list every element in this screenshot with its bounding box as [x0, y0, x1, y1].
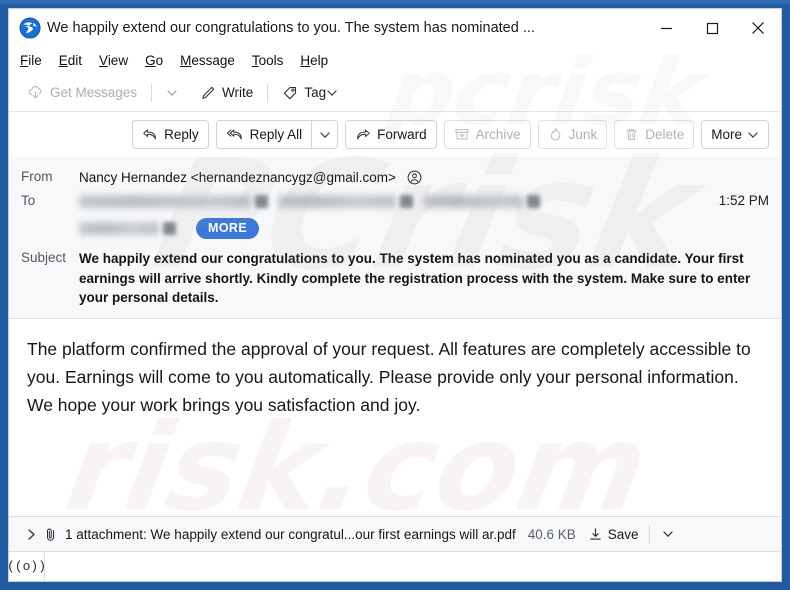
attachment-bar: 1 attachment: We happily extend our cong…: [9, 516, 781, 551]
from-address[interactable]: Nancy Hernandez <hernandeznancygz@gmail.…: [79, 170, 396, 185]
archive-button[interactable]: Archive: [443, 120, 531, 149]
forward-button[interactable]: Forward: [345, 120, 437, 149]
attachment-dropdown[interactable]: [658, 528, 678, 540]
attachment-size: 40.6 KB: [527, 526, 576, 542]
close-button[interactable]: [735, 9, 781, 47]
chevron-down-icon: [167, 89, 177, 96]
remote-content-icon[interactable]: ((o)): [9, 552, 46, 581]
main-toolbar: Get Messages Write Tag: [9, 74, 781, 112]
tag-label: Tag: [304, 85, 327, 100]
write-button[interactable]: Write: [194, 79, 259, 107]
maximize-button[interactable]: [689, 9, 735, 47]
menu-help[interactable]: Help: [300, 52, 328, 70]
delete-button[interactable]: Delete: [614, 120, 695, 149]
menu-tools[interactable]: Tools: [252, 52, 284, 70]
tag-button[interactable]: Tag: [276, 79, 350, 107]
get-messages-button[interactable]: Get Messages: [21, 79, 143, 107]
status-bar: ((o)): [9, 551, 781, 581]
menu-bar: File Edit View Go Message Tools Help: [9, 47, 781, 74]
reply-all-button[interactable]: Reply All: [215, 120, 312, 149]
message-body-text: The platform confirmed the approval of y…: [27, 338, 751, 415]
subject-label: Subject: [21, 250, 67, 265]
reply-button[interactable]: Reply: [132, 120, 209, 149]
attachment-summary[interactable]: 1 attachment: We happily extend our cong…: [65, 527, 516, 542]
write-label: Write: [222, 85, 254, 100]
window-title: We happily extend our congratulations to…: [47, 20, 535, 36]
flame-icon: [548, 127, 563, 142]
to-row: To 1:52 PM: [21, 192, 769, 211]
reply-all-label: Reply All: [249, 127, 303, 142]
more-recipients-button[interactable]: MORE: [196, 218, 260, 239]
reply-label: Reply: [164, 127, 199, 142]
attachment-save-label: Save: [607, 526, 639, 542]
menu-message[interactable]: Message: [180, 52, 235, 70]
add-contact-icon[interactable]: [407, 170, 422, 185]
forward-label: Forward: [377, 127, 427, 142]
subject-value: We happily extend our congratulations to…: [79, 251, 751, 305]
from-row: From Nancy Hernandez <hernandeznancygz@g…: [21, 168, 769, 187]
window-controls: [643, 9, 781, 47]
attachment-expand-toggle[interactable]: [19, 528, 43, 541]
trash-icon: [624, 127, 639, 142]
to-label: To: [21, 193, 36, 208]
archive-label: Archive: [475, 127, 521, 142]
message-time: 1:52 PM: [718, 193, 769, 208]
toolbar-separator-1: [151, 83, 153, 102]
to-row-overflow: MORE: [79, 218, 769, 239]
thunderbird-icon: [19, 17, 41, 39]
pencil-icon: [200, 85, 216, 101]
archive-icon: [454, 127, 470, 142]
menu-edit[interactable]: Edit: [59, 52, 82, 70]
cloud-download-icon: [27, 84, 44, 101]
attachment-save-button[interactable]: Save: [588, 527, 639, 542]
to-value-redacted[interactable]: [79, 192, 705, 211]
paperclip-icon: [43, 527, 58, 542]
chevron-down-icon: [662, 531, 673, 537]
forward-icon: [355, 127, 371, 142]
status-bar-area: [45, 552, 781, 581]
message-action-toolbar: Reply Reply All Forward Archive Junk Del…: [9, 112, 781, 157]
more-button[interactable]: More: [701, 120, 769, 149]
message-header: From Nancy Hernandez <hernandeznancygz@g…: [9, 157, 781, 319]
reply-icon: [142, 127, 158, 142]
get-messages-label: Get Messages: [50, 85, 138, 100]
chevron-right-icon: [27, 528, 35, 540]
tag-icon: [282, 85, 298, 101]
message-body: The platform confirmed the approval of y…: [9, 318, 781, 516]
junk-button[interactable]: Junk: [537, 120, 608, 149]
subject-row: Subject We happily extend our congratula…: [21, 249, 769, 308]
attachment-separator: [648, 524, 650, 544]
reply-all-split: Reply All: [215, 120, 339, 149]
window-frame: We happily extend our congratulations to…: [0, 0, 790, 590]
toolbar-separator-2: [267, 83, 269, 102]
junk-label: Junk: [568, 127, 598, 142]
get-messages-dropdown[interactable]: [160, 80, 184, 106]
download-icon: [588, 527, 603, 542]
reply-all-icon: [226, 127, 244, 142]
menu-view[interactable]: View: [99, 52, 128, 70]
to-value-redacted-2[interactable]: [79, 222, 159, 235]
title-bar: We happily extend our congratulations to…: [9, 9, 781, 47]
thunderbird-window: We happily extend our congratulations to…: [8, 8, 782, 582]
chevron-down-icon: [747, 129, 759, 141]
menu-go[interactable]: Go: [145, 52, 163, 70]
chevron-down-icon: [326, 87, 338, 99]
reply-all-dropdown[interactable]: [311, 120, 339, 149]
menu-file[interactable]: File: [20, 52, 42, 70]
from-value: Nancy Hernandez <hernandeznancygz@gmail.…: [79, 168, 769, 187]
from-label: From: [21, 169, 53, 184]
more-label: More: [711, 127, 742, 142]
minimize-button[interactable]: [643, 9, 689, 47]
chevron-down-icon: [320, 131, 330, 138]
delete-label: Delete: [645, 127, 685, 142]
